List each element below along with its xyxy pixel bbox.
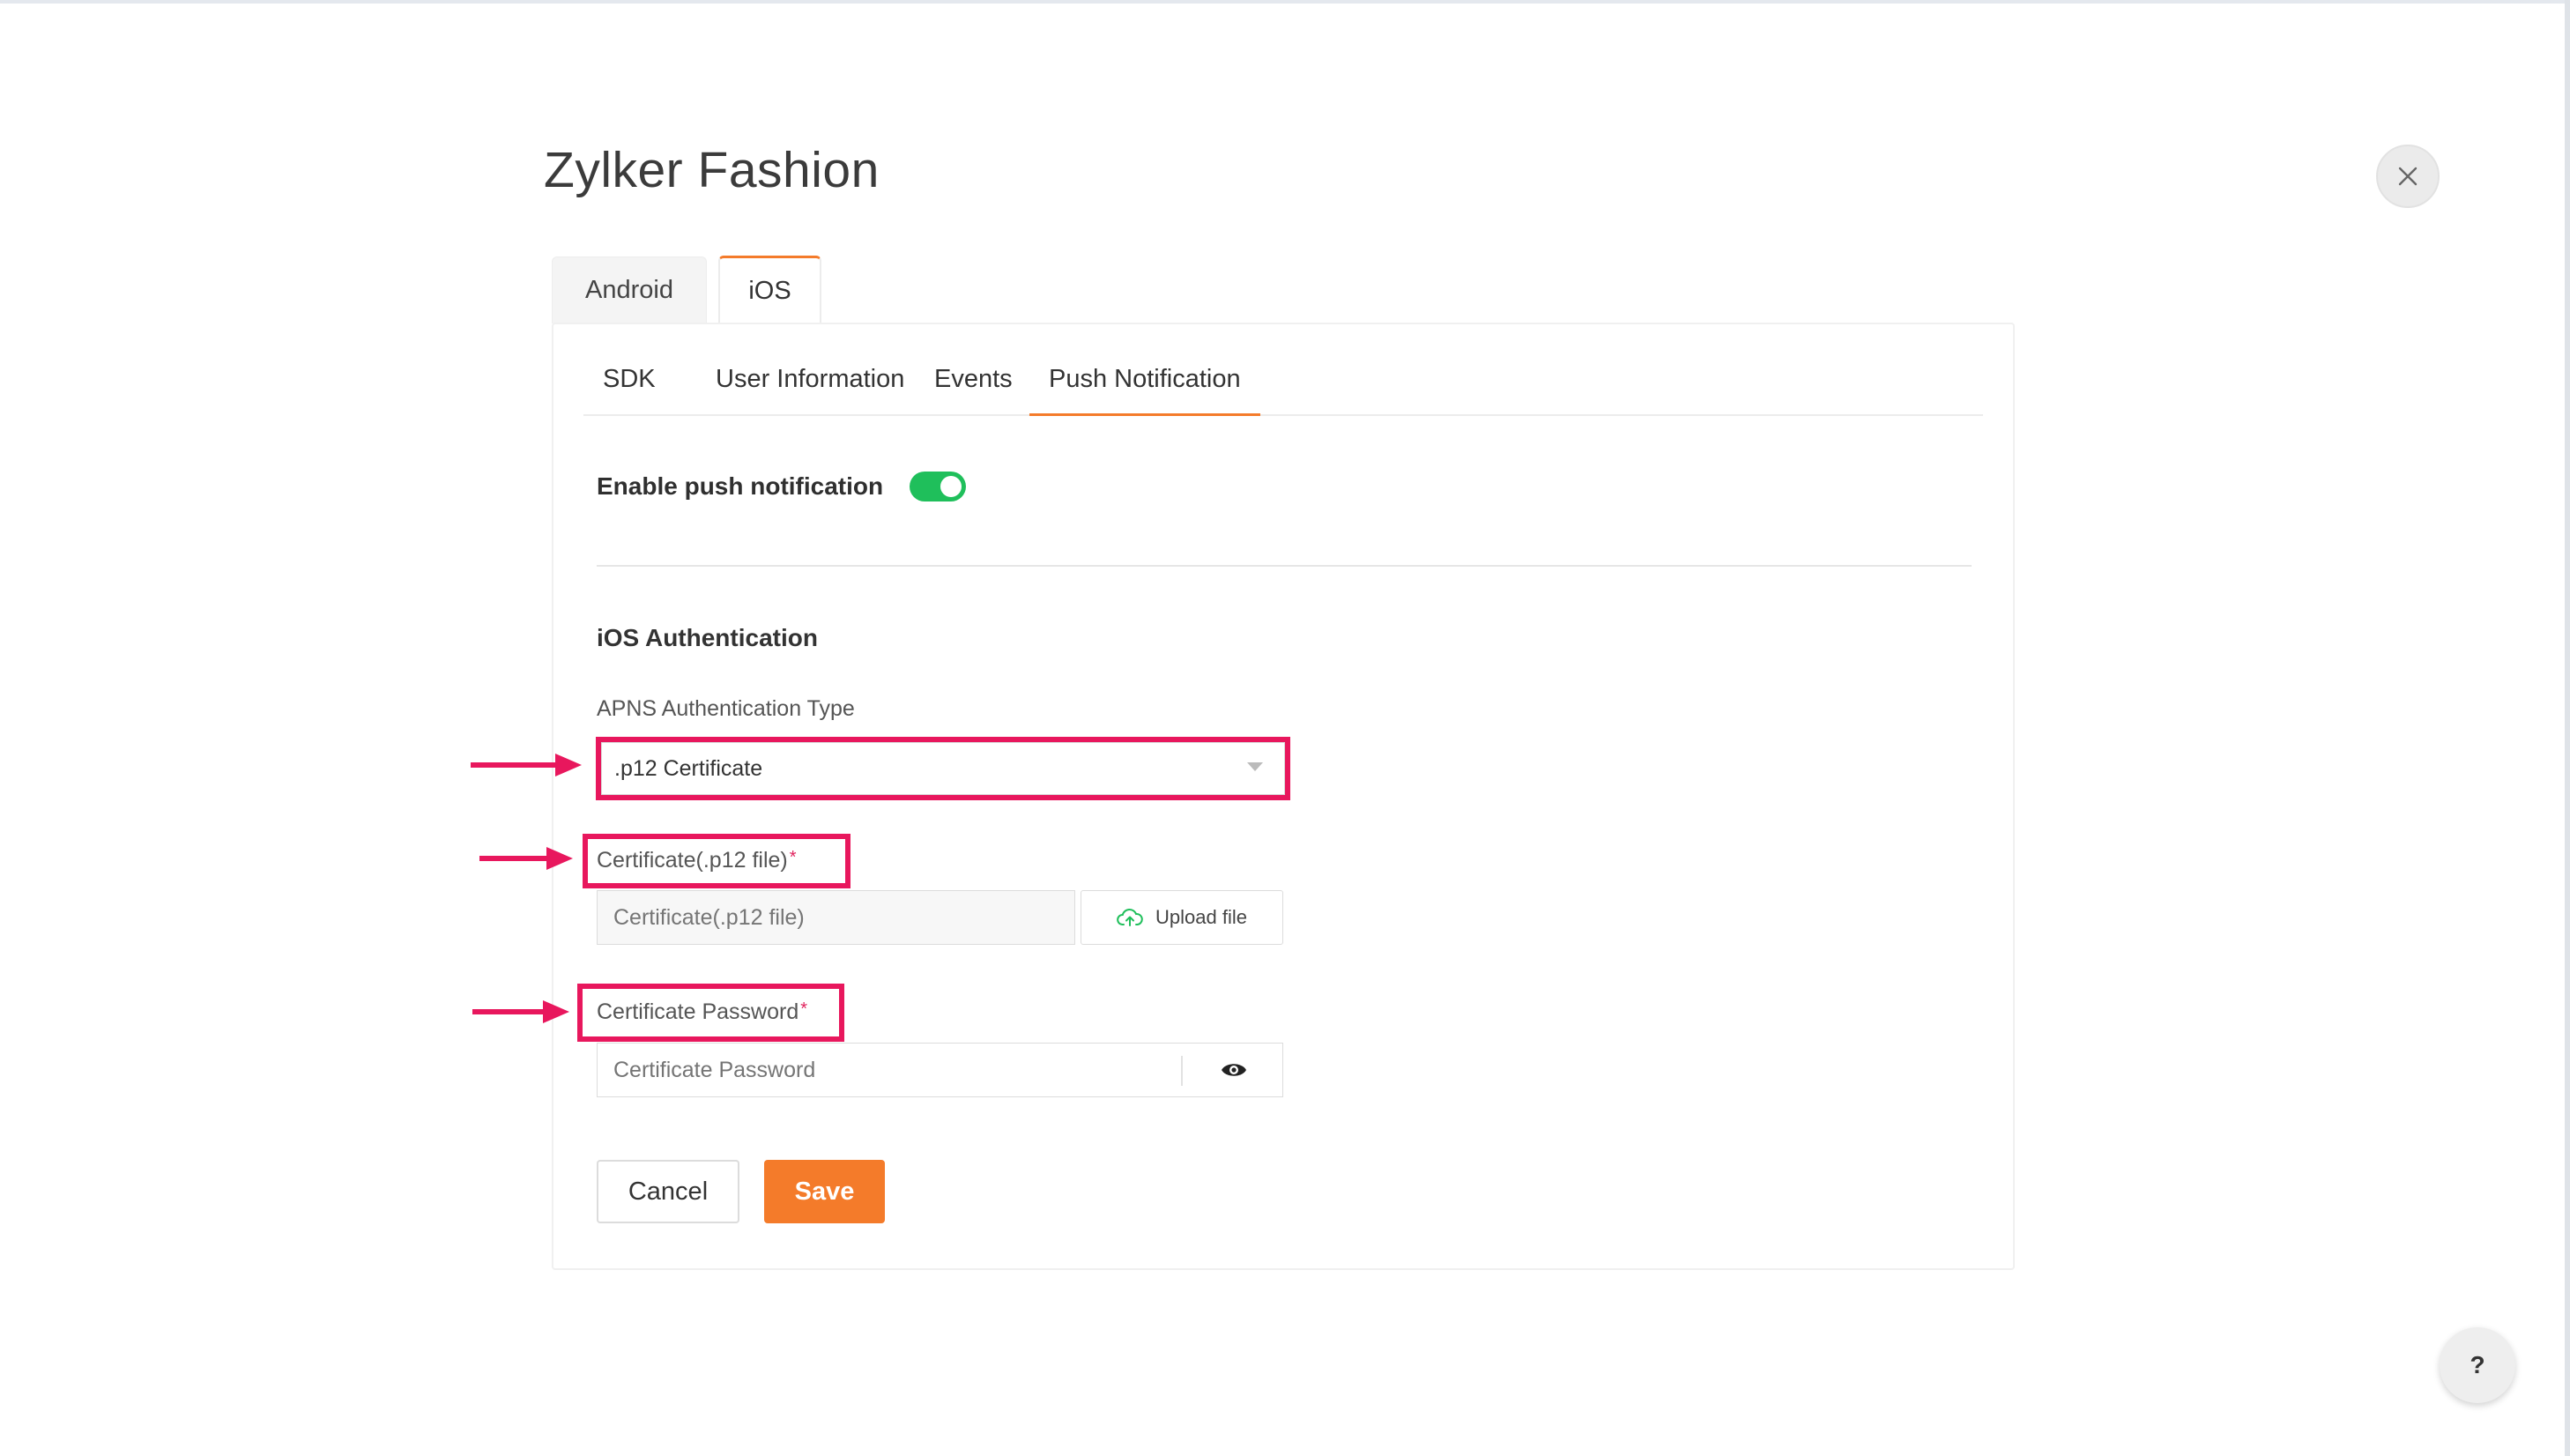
apns-type-label: APNS Authentication Type xyxy=(597,696,855,721)
show-password-button[interactable] xyxy=(1185,1044,1283,1096)
highlight-box-apns-type xyxy=(596,737,1290,800)
password-field-separator xyxy=(1181,1056,1183,1086)
tab-push-notification[interactable]: Push Notification xyxy=(1029,353,1260,416)
help-button[interactable]: ? xyxy=(2440,1327,2515,1403)
certificate-password-input[interactable] xyxy=(598,1044,1181,1096)
push-notification-row: Enable push notification xyxy=(597,469,967,504)
save-button[interactable]: Save xyxy=(764,1160,885,1223)
push-notification-label: Enable push notification xyxy=(597,472,884,500)
upload-file-label: Upload file xyxy=(1155,906,1247,928)
push-notification-toggle[interactable] xyxy=(910,472,967,501)
cloud-upload-icon xyxy=(1117,908,1143,926)
certificate-password-field xyxy=(597,1043,1283,1097)
window-top-edge xyxy=(0,0,2570,4)
tab-user-information[interactable]: User Information xyxy=(696,353,924,416)
tab-events[interactable]: Events xyxy=(915,353,1032,416)
section-divider xyxy=(597,565,1972,567)
close-icon xyxy=(2398,167,2418,186)
ios-authentication-heading: iOS Authentication xyxy=(597,624,818,651)
upload-file-button[interactable]: Upload file xyxy=(1081,890,1283,945)
tab-sdk[interactable]: SDK xyxy=(583,353,675,416)
cancel-button[interactable]: Cancel xyxy=(597,1160,739,1223)
highlight-box-certificate-label xyxy=(583,834,850,888)
tab-android[interactable]: Android xyxy=(552,256,707,323)
close-button[interactable] xyxy=(2376,145,2440,208)
window-right-edge xyxy=(2565,0,2570,1456)
arrow-right-icon xyxy=(479,847,573,870)
eye-icon xyxy=(1222,1064,1246,1076)
toggle-knob xyxy=(940,476,962,497)
highlight-box-password-label xyxy=(577,984,844,1042)
section-tab-bar: SDK User Information Events Push Notific… xyxy=(583,353,1983,416)
tab-ios[interactable]: iOS xyxy=(718,256,821,324)
arrow-right-icon xyxy=(472,1000,569,1023)
page-title: Zylker Fashion xyxy=(544,142,880,198)
certificate-file-input[interactable] xyxy=(597,890,1075,945)
arrow-right-icon xyxy=(471,754,582,776)
